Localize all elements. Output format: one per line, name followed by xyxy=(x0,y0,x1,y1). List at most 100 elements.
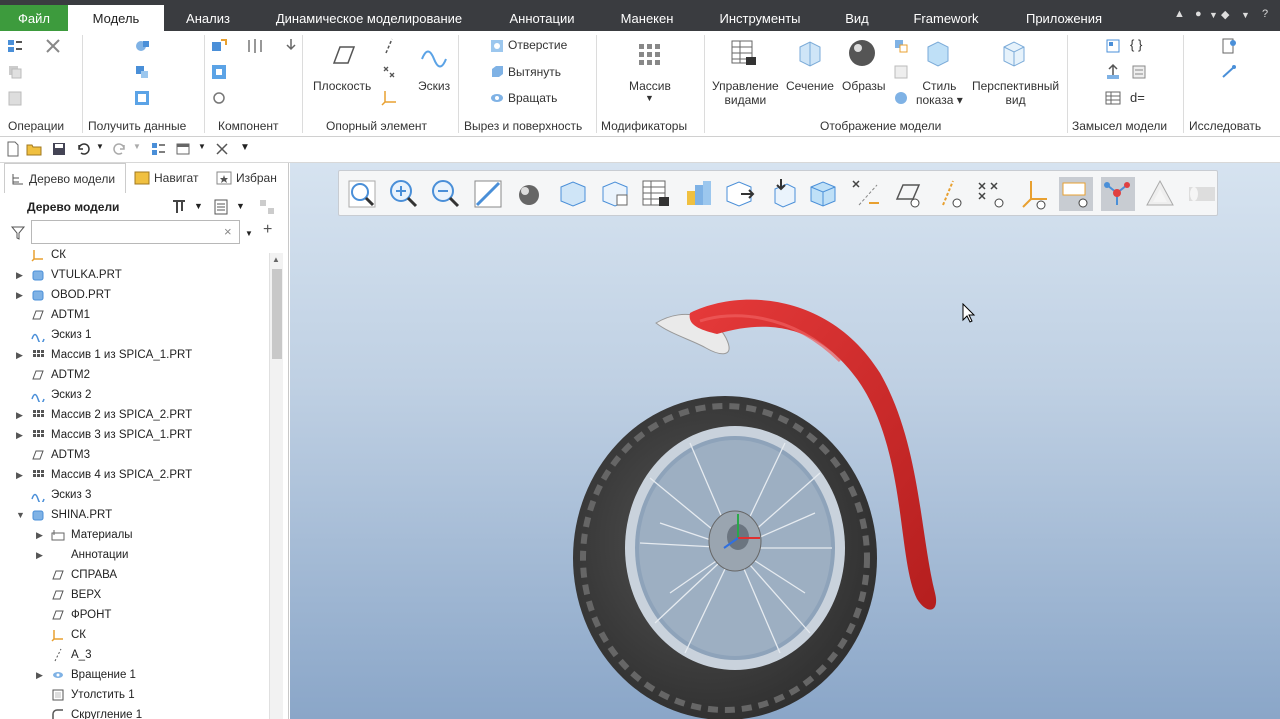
manage-views-button[interactable]: Управление видами xyxy=(712,79,779,107)
tab-model-tree[interactable]: Дерево модели xyxy=(4,163,126,193)
relations-icon[interactable]: { } xyxy=(1130,37,1142,52)
undo-icon[interactable] xyxy=(75,141,91,157)
tree-item[interactable]: ▶ OBOD.PRT xyxy=(0,285,270,305)
hole-icon[interactable] xyxy=(488,37,506,55)
close-window-icon[interactable] xyxy=(214,141,230,157)
tab-favorites[interactable]: Избран xyxy=(210,163,289,193)
view-manager-table-icon[interactable] xyxy=(639,177,673,211)
repaint-icon[interactable] xyxy=(471,177,505,211)
tree-item[interactable]: ▼ SHINA.PRT xyxy=(0,505,270,525)
model-player-icon[interactable] xyxy=(1220,63,1238,81)
help-hat-icon[interactable]: ◆ xyxy=(1221,8,1229,21)
display-style-button[interactable]: Стиль показа ▾ xyxy=(916,79,963,107)
tree-search-input[interactable] xyxy=(31,220,240,244)
point-icon[interactable] xyxy=(380,63,398,81)
axis-display-icon[interactable] xyxy=(933,177,967,211)
pattern-button[interactable]: Массив xyxy=(629,79,671,93)
drag-components-icon[interactable] xyxy=(282,37,300,55)
show-icon[interactable] xyxy=(212,198,230,216)
parameters-icon[interactable] xyxy=(1130,63,1148,81)
group-cut-surface-label[interactable]: Вырез и поверхность xyxy=(464,119,582,133)
tab-framework[interactable]: Framework xyxy=(900,5,992,31)
tree-item[interactable]: Скругление 1 xyxy=(0,705,270,719)
tree-settings-icon[interactable] xyxy=(170,198,188,216)
expand-icon[interactable]: ▶ xyxy=(16,290,23,301)
view-manager-icon[interactable] xyxy=(597,177,631,211)
zoom-out-icon[interactable] xyxy=(429,177,463,211)
expand-icon[interactable]: ▶ xyxy=(16,270,23,281)
pattern-dropdown-icon[interactable]: ▼ xyxy=(645,93,654,103)
save-icon[interactable] xyxy=(51,141,67,157)
group-datum-label[interactable]: Опорный элемент xyxy=(326,119,427,133)
group-model-intent-label[interactable]: Замысел модели xyxy=(1072,119,1167,133)
tree-item[interactable]: Эскиз 3 xyxy=(0,485,270,505)
group-get-data-label[interactable]: Получить данные xyxy=(88,119,186,133)
help-icon[interactable]: ? xyxy=(1262,8,1268,20)
redo-icon[interactable] xyxy=(112,141,128,157)
expand-icon[interactable]: ▶ xyxy=(16,410,23,421)
display-style-toolbar-icon[interactable] xyxy=(513,177,547,211)
section-toolbar-icon[interactable] xyxy=(723,177,757,211)
tree-item[interactable]: ADTM1 xyxy=(0,305,270,325)
group-model-display-label[interactable]: Отображение модели xyxy=(820,119,941,133)
tab-dynamic-modeling[interactable]: Динамическое моделирование xyxy=(262,5,476,31)
expand-icon[interactable]: ▶ xyxy=(16,350,23,361)
scrollbar-thumb[interactable] xyxy=(272,269,282,359)
coordinate-system-icon[interactable] xyxy=(380,89,398,107)
search-dropdown-icon[interactable]: ▼ xyxy=(245,229,253,238)
orient-mode-icon[interactable] xyxy=(807,177,841,211)
tree-item[interactable]: СК xyxy=(0,625,270,645)
tab-applications[interactable]: Приложения xyxy=(1012,5,1116,31)
tree-item[interactable]: ▶ Массив 4 из SPICA_2.PRT xyxy=(0,465,270,485)
expand-icon[interactable]: ▶ xyxy=(16,470,23,481)
tab-annotations[interactable]: Аннотации xyxy=(496,5,588,31)
tree-item[interactable]: Утолстить 1 xyxy=(0,685,270,705)
layers-icon[interactable] xyxy=(681,177,715,211)
tree-item[interactable]: СПРАВА xyxy=(0,565,270,585)
spin-center-display-icon[interactable] xyxy=(1101,177,1135,211)
tree-item[interactable]: ▶ Вращение 1 xyxy=(0,665,270,685)
tree-item[interactable]: ▶ VTULKA.PRT xyxy=(0,265,270,285)
tree-item[interactable]: ВЕРХ xyxy=(0,585,270,605)
display-style-icon[interactable] xyxy=(922,37,954,69)
extrude-icon[interactable] xyxy=(488,63,506,81)
plane-button[interactable]: Плоскость xyxy=(313,79,371,93)
collapse-icon[interactable]: ▼ xyxy=(16,510,25,520)
sketch-button[interactable]: Эскиз xyxy=(418,79,450,93)
customize-qat-icon[interactable]: ▼ xyxy=(240,142,250,153)
tree-filter-icon[interactable] xyxy=(258,198,278,216)
file-menu-tab[interactable]: Файл xyxy=(0,5,68,31)
appearance-gallery-icon[interactable] xyxy=(1185,177,1219,211)
section-button[interactable]: Сечение xyxy=(786,79,834,93)
family-table-icon[interactable] xyxy=(1104,37,1122,55)
tab-manikin[interactable]: Манекен xyxy=(606,5,688,31)
shrinkwrap-icon[interactable] xyxy=(133,89,151,107)
group-modifiers-label[interactable]: Модификаторы xyxy=(601,119,687,133)
point-display-2-icon[interactable] xyxy=(975,177,1009,211)
tree-settings-dropdown-icon[interactable]: ▼ xyxy=(194,201,203,211)
display-small-3-icon[interactable] xyxy=(892,89,910,107)
tab-navigator[interactable]: Навигат xyxy=(130,163,204,193)
open-file-icon[interactable] xyxy=(26,141,42,157)
expand-icon[interactable]: ▶ xyxy=(16,430,23,441)
help-dropdown-icon[interactable]: ▼ xyxy=(1241,10,1250,20)
revolve-icon[interactable] xyxy=(488,89,506,107)
user-dropdown-icon[interactable]: ▼ xyxy=(1209,10,1218,20)
table-icon[interactable] xyxy=(1104,89,1122,107)
appearances-icon[interactable] xyxy=(846,37,878,69)
regenerate-qat-icon[interactable] xyxy=(150,141,166,157)
hole-button[interactable]: Отверстие xyxy=(508,38,567,52)
create-component-icon[interactable] xyxy=(210,37,228,55)
publish-geometry-icon[interactable] xyxy=(1104,63,1122,81)
axis-icon[interactable] xyxy=(380,37,398,55)
tree-item[interactable]: ▶ Массив 1 из SPICA_1.PRT xyxy=(0,345,270,365)
clear-search-icon[interactable]: × xyxy=(224,224,232,239)
tree-item[interactable]: A_3 xyxy=(0,645,270,665)
sketch-icon[interactable] xyxy=(418,39,450,71)
perspective-view-icon[interactable] xyxy=(998,37,1030,69)
display-small-1-icon[interactable] xyxy=(892,37,910,55)
windows-icon[interactable] xyxy=(175,141,191,157)
spin-center-icon[interactable] xyxy=(765,177,799,211)
regenerate-icon[interactable] xyxy=(6,37,24,55)
tree-item[interactable]: ▶ Массив 2 из SPICA_2.PRT xyxy=(0,405,270,425)
